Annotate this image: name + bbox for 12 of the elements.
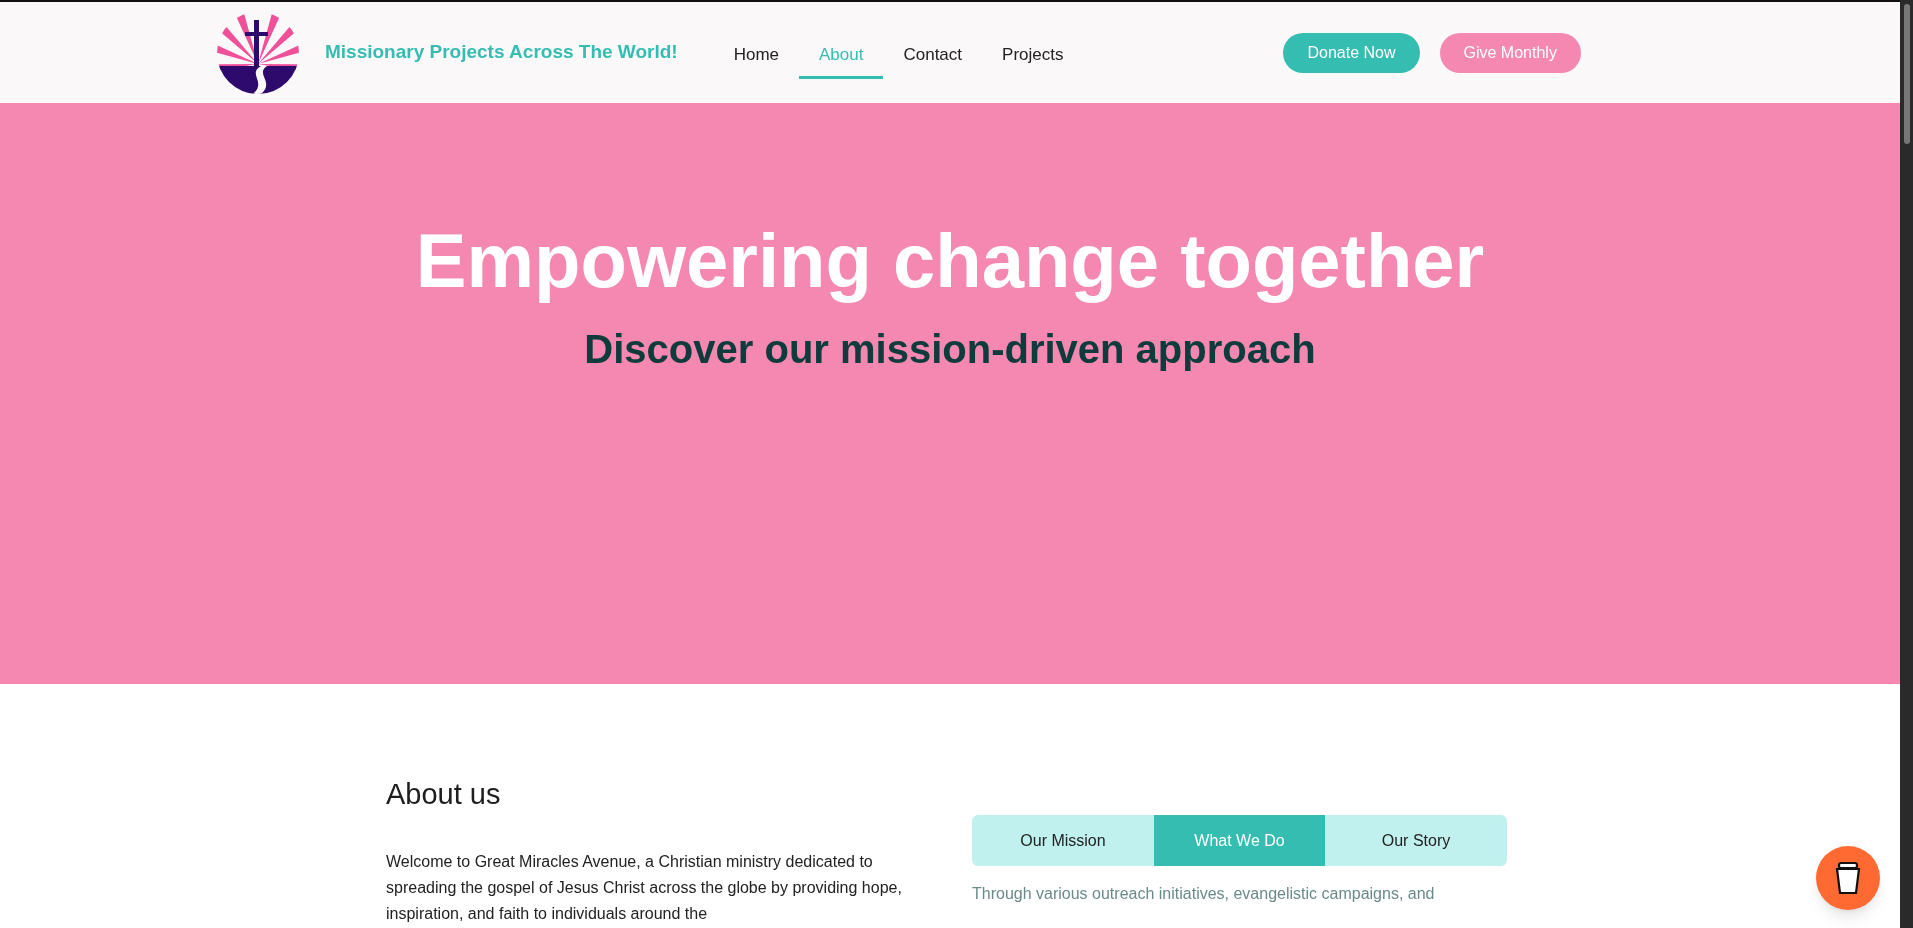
hero-subtitle: Discover our mission-driven approach [584, 329, 1316, 369]
cup-icon [1835, 861, 1861, 895]
tab[interactable]: Our Story [1325, 815, 1507, 866]
coffee-button[interactable] [1816, 846, 1880, 910]
about-paragraph: Welcome to Great Miracles Avenue, a Christian ministry dedicated to spreading the gospel of Jesus Christ across the globe by providing hope, inspiration, and faith to individuals around the [386, 852, 903, 924]
tab[interactable]: Our Mission [972, 815, 1154, 866]
section-heading: About us [386, 780, 502, 809]
nav-link[interactable]: Projects [982, 34, 1084, 79]
nav-link[interactable]: Contact [883, 34, 983, 79]
scrollbar[interactable] [1900, 0, 1913, 928]
nav-link[interactable]: Home [713, 34, 799, 79]
tab-text: Through various outreach initiatives, evangelistic campaigns, and [972, 884, 1436, 904]
